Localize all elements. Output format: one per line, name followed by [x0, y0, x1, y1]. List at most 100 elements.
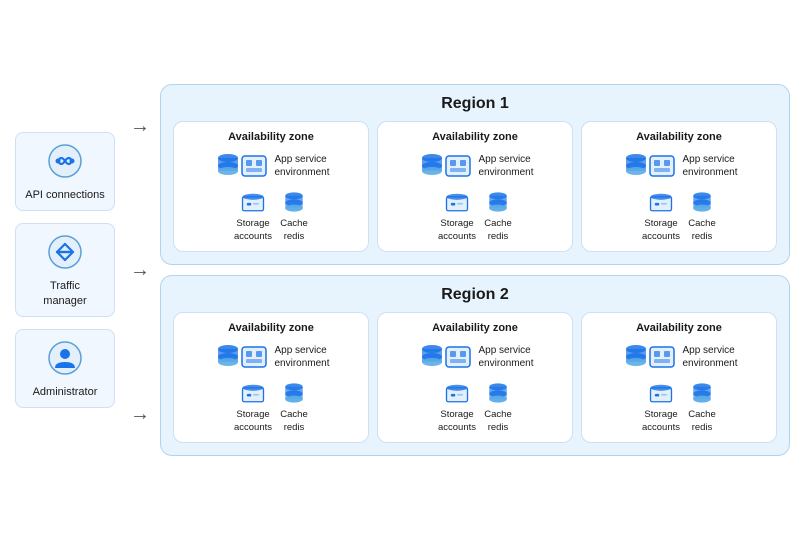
region1-zone1: Availability zone — [173, 121, 369, 252]
storage-accounts-icon-r2z3 — [647, 379, 675, 407]
region1-zone2-bottom: Storageaccounts Cacheredis — [438, 188, 512, 243]
region-1-title: Region 1 — [173, 95, 777, 113]
region-2-title: Region 2 — [173, 286, 777, 304]
region-1-zones: Availability zone — [173, 121, 777, 252]
region2-zone2-cache-label: Cacheredis — [484, 409, 511, 434]
region1-zone3-title: Availability zone — [636, 130, 722, 144]
region1-zone1-title: Availability zone — [228, 130, 314, 144]
region1-zone3-storage: Storageaccounts — [642, 188, 680, 243]
region1-zone2-title: Availability zone — [432, 130, 518, 144]
cache-redis-icon3 — [688, 188, 716, 216]
actor-traffic-manager: Trafficmanager — [15, 223, 115, 317]
region2-zone1-bottom: Storageaccounts Cacheredis — [234, 379, 308, 434]
region2-zone1-cache: Cacheredis — [280, 379, 308, 434]
region1-zone2-storage-label: Storageaccounts — [438, 218, 476, 243]
region2-zone1-top: App serviceenvironment — [212, 341, 329, 373]
region2-zone3-storage: Storageaccounts — [642, 379, 680, 434]
region2-zone1-storage: Storageaccounts — [234, 379, 272, 434]
region2-zone1: Availability zone — [173, 312, 369, 443]
app-service-env-icon — [238, 150, 270, 182]
region2-zone1-app-label: App serviceenvironment — [274, 344, 329, 370]
region2-zone3-title: Availability zone — [636, 321, 722, 335]
app-service-icons-r2z2 — [416, 341, 474, 373]
api-connections-icon — [47, 143, 83, 184]
arrows-panel: → → → — [130, 55, 150, 485]
region2-zone2-top: App serviceenvironment — [416, 341, 533, 373]
region2-zone2-storage-label: Storageaccounts — [438, 409, 476, 434]
app-service-env-icon-r2z3 — [646, 341, 678, 373]
region1-zone2-cache: Cacheredis — [484, 188, 512, 243]
app-service-icons-r2z3 — [620, 341, 678, 373]
region1-zone1-cache: Cacheredis — [280, 188, 308, 243]
region1-zone3: Availability zone — [581, 121, 777, 252]
cache-redis-icon — [280, 188, 308, 216]
actor-api-connections: API connections — [15, 132, 115, 211]
actors-panel: API connections Trafficmanager — [10, 132, 120, 408]
storage-accounts-icon-r2z2 — [443, 379, 471, 407]
traffic-manager-icon — [47, 234, 83, 275]
cache-redis-icon-r2z1 — [280, 379, 308, 407]
app-service-icons — [212, 150, 270, 182]
architecture-diagram: API connections Trafficmanager — [0, 0, 800, 540]
region1-zone3-cache: Cacheredis — [688, 188, 716, 243]
administrator-icon — [47, 340, 83, 381]
cache-redis-icon2 — [484, 188, 512, 216]
region2-zone2: Availability zone — [377, 312, 573, 443]
region1-zone2: Availability zone — [377, 121, 573, 252]
region1-zone1-app-label: App serviceenvironment — [274, 153, 329, 179]
region1-zone1-storage-label: Storageaccounts — [234, 218, 272, 243]
app-service-env-icon2 — [442, 150, 474, 182]
app-service-icons2 — [416, 150, 474, 182]
api-connections-label: API connections — [25, 188, 105, 202]
region1-zone1-storage: Storageaccounts — [234, 188, 272, 243]
storage-accounts-icon-r2z1 — [239, 379, 267, 407]
region1-zone2-cache-label: Cacheredis — [484, 218, 511, 243]
region-2-zones: Availability zone — [173, 312, 777, 443]
storage-accounts-icon2 — [443, 188, 471, 216]
region1-zone1-bottom: Storageaccounts Cacheredis — [234, 188, 308, 243]
app-service-env-icon3 — [646, 150, 678, 182]
region2-zone1-cache-label: Cacheredis — [280, 409, 307, 434]
region2-zone2-app-label: App serviceenvironment — [478, 344, 533, 370]
region2-zone1-title: Availability zone — [228, 321, 314, 335]
app-service-env-icon-r2z1 — [238, 341, 270, 373]
administrator-label: Administrator — [33, 385, 98, 399]
region1-zone3-top: App serviceenvironment — [620, 150, 737, 182]
arrow-admin: → — [130, 403, 150, 426]
region1-zone3-app-label: App serviceenvironment — [682, 153, 737, 179]
region1-zone1-cache-label: Cacheredis — [280, 218, 307, 243]
region1-zone3-cache-label: Cacheredis — [688, 218, 715, 243]
actor-administrator: Administrator — [15, 329, 115, 408]
region1-zone3-bottom: Storageaccounts Cacheredis — [642, 188, 716, 243]
region1-zone2-app-label: App serviceenvironment — [478, 153, 533, 179]
region2-zone2-title: Availability zone — [432, 321, 518, 335]
arrow-traffic: → — [130, 259, 150, 282]
region1-zone2-storage: Storageaccounts — [438, 188, 476, 243]
cache-redis-icon-r2z3 — [688, 379, 716, 407]
regions-panel: Region 1 Availability zone — [160, 84, 790, 456]
region2-zone3: Availability zone — [581, 312, 777, 443]
region2-zone3-bottom: Storageaccounts Cacheredis — [642, 379, 716, 434]
region-2-box: Region 2 Availability zone — [160, 275, 790, 456]
region2-zone3-top: App serviceenvironment — [620, 341, 737, 373]
region2-zone2-cache: Cacheredis — [484, 379, 512, 434]
cache-redis-icon-r2z2 — [484, 379, 512, 407]
region1-zone3-storage-label: Storageaccounts — [642, 218, 680, 243]
app-service-env-icon-r2z2 — [442, 341, 474, 373]
region-1-box: Region 1 Availability zone — [160, 84, 790, 265]
app-service-icons3 — [620, 150, 678, 182]
region2-zone2-storage: Storageaccounts — [438, 379, 476, 434]
region2-zone3-cache-label: Cacheredis — [688, 409, 715, 434]
storage-accounts-icon3 — [647, 188, 675, 216]
region1-zone2-top: App serviceenvironment — [416, 150, 533, 182]
region1-zone1-top: App serviceenvironment — [212, 150, 329, 182]
traffic-manager-label: Trafficmanager — [43, 279, 86, 308]
region2-zone2-bottom: Storageaccounts Cacheredis — [438, 379, 512, 434]
region2-zone3-cache: Cacheredis — [688, 379, 716, 434]
arrow-api: → — [130, 115, 150, 138]
region2-zone3-app-label: App serviceenvironment — [682, 344, 737, 370]
app-service-icons-r2z1 — [212, 341, 270, 373]
region2-zone1-storage-label: Storageaccounts — [234, 409, 272, 434]
region2-zone3-storage-label: Storageaccounts — [642, 409, 680, 434]
storage-accounts-icon — [239, 188, 267, 216]
